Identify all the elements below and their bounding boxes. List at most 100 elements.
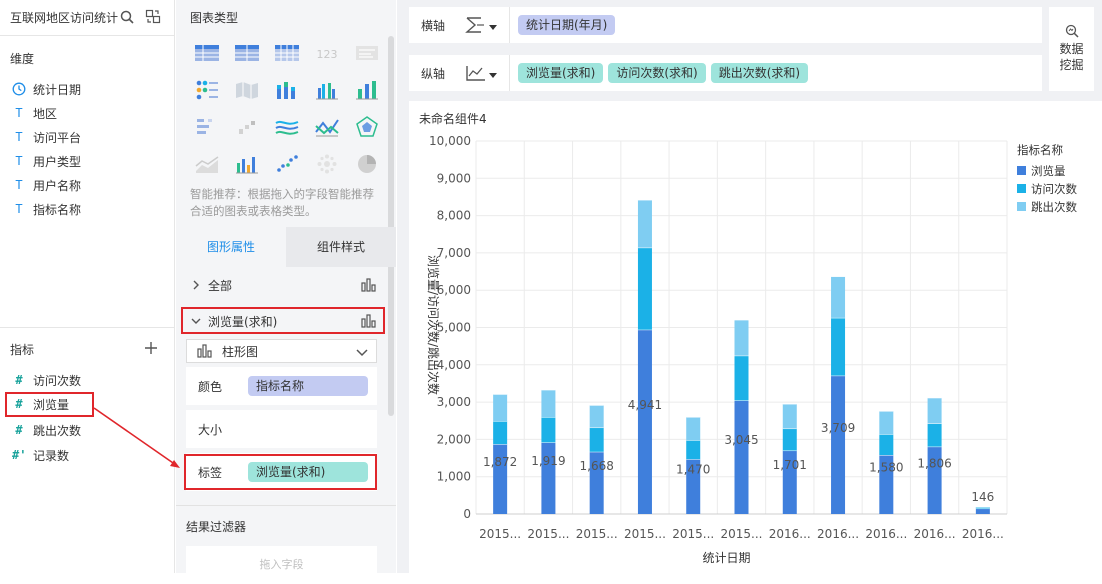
data-mining-button[interactable]: 数据 挖掘 [1049, 7, 1094, 91]
size-property[interactable]: 大小 [186, 410, 377, 448]
kpi-number-icon[interactable]: 123 [314, 42, 340, 64]
property-group-all[interactable]: 全部 [190, 276, 380, 294]
axis-settings-icon[interactable] [465, 64, 487, 82]
x-axis-shelf: 横轴 统计日期(年月) [409, 7, 1042, 43]
search-icon[interactable] [120, 10, 134, 24]
legend-swatch [1017, 166, 1026, 175]
legend-title: 指标名称 [1017, 143, 1063, 157]
chart-type-select-value: 柱形图 [222, 344, 259, 359]
color-property[interactable]: 颜色 指标名称 [186, 367, 377, 405]
switch-datasource-icon[interactable] [145, 9, 161, 24]
bar-chart-icon[interactable] [354, 79, 380, 101]
bar-segment [637, 329, 652, 514]
data-label: 1,806 [917, 456, 951, 470]
dimension-field-platform[interactable]: T 访问平台 [12, 127, 81, 147]
pie-chart-icon[interactable] [354, 153, 380, 175]
waterfall-icon[interactable] [234, 116, 260, 138]
dimension-field-date[interactable]: 统计日期 [12, 79, 81, 99]
field-label: 跳出次数 [33, 423, 82, 438]
y-tick-label: 0 [463, 507, 471, 521]
color-field-chip[interactable]: 指标名称 [248, 376, 368, 396]
caret-down-icon[interactable] [489, 25, 497, 31]
divider [176, 505, 396, 506]
sort-icon[interactable] [465, 16, 487, 34]
map-icon[interactable] [234, 79, 260, 101]
legend-label: 访问次数 [1031, 182, 1077, 196]
x-tick-label: 2015... [576, 527, 618, 541]
y-axis-field-chip[interactable]: 访问次数(求和) [608, 63, 706, 83]
detail-table-icon[interactable] [274, 42, 300, 64]
data-label: 1,470 [676, 463, 710, 477]
tab-component-style[interactable]: 组件样式 [286, 227, 396, 267]
field-label: 统计日期 [33, 82, 82, 97]
highlight-box [181, 307, 385, 334]
metric-field-bounces[interactable]: # 跳出次数 [12, 420, 81, 440]
radar-chart-icon[interactable] [354, 116, 380, 138]
bar-segment [734, 319, 749, 356]
panel-scrollbar[interactable] [388, 36, 394, 416]
clock-icon [12, 82, 26, 96]
stream-line-icon[interactable] [274, 116, 300, 138]
metric-field-visits[interactable]: # 访问次数 [12, 370, 81, 390]
y-tick-label: 2,000 [437, 432, 471, 446]
y-tick-label: 10,000 [429, 134, 471, 148]
dimension-field-region[interactable]: T 地区 [12, 103, 57, 123]
bar-segment [493, 394, 508, 422]
dot-matrix-icon[interactable] [194, 79, 220, 101]
data-label: 1,668 [580, 459, 614, 473]
bar-segment [975, 508, 990, 514]
data-label: 1,872 [483, 455, 517, 469]
bar-segment [541, 389, 556, 418]
legend-label: 浏览量 [1031, 164, 1066, 178]
chart-area: 横轴 统计日期(年月) 纵轴 浏览量(求和) 访问次数(求和) 跳出次数(求和)… [397, 0, 1102, 573]
dimension-field-user-name[interactable]: T 用户名称 [12, 175, 81, 195]
bar-segment [734, 400, 749, 514]
bar-segment [782, 428, 797, 451]
chart-type-select[interactable]: 柱形图 [186, 339, 377, 363]
y-axis-field-chip[interactable]: 浏览量(求和) [518, 63, 604, 83]
data-label: 1,919 [531, 454, 565, 468]
x-tick-label: 2016... [817, 527, 859, 541]
y-axis-field-chip[interactable]: 跳出次数(求和) [710, 63, 809, 83]
filter-drop-zone[interactable]: 拖入字段 [186, 546, 377, 576]
dimension-field-metric-name[interactable]: T 指标名称 [12, 199, 81, 219]
line-chart-icon[interactable] [314, 116, 340, 138]
bubble-chart-icon[interactable] [314, 153, 340, 175]
data-label: 146 [971, 490, 994, 504]
combo-chart-icon[interactable] [234, 153, 260, 175]
dimension-field-user-type[interactable]: T 用户类型 [12, 151, 81, 171]
tab-graph-properties[interactable]: 图形属性 [176, 227, 286, 267]
x-axis-field-chip[interactable]: 统计日期(年月) [518, 15, 616, 35]
bar-segment [637, 247, 652, 330]
field-label: 访问次数 [33, 373, 82, 388]
add-icon[interactable] [144, 341, 158, 355]
data-mining-label-1: 数据 [1059, 42, 1084, 56]
cross-table-icon[interactable] [194, 42, 220, 64]
divider [0, 327, 175, 328]
area-chart-icon[interactable] [194, 153, 220, 175]
x-tick-label: 2016... [865, 527, 907, 541]
stacked-bar-icon[interactable] [274, 79, 300, 101]
bar-segment [831, 276, 846, 318]
metric-field-record-count[interactable]: #' 记录数 [12, 445, 69, 465]
group-table-icon[interactable] [234, 42, 260, 64]
scatter-chart-icon[interactable] [274, 153, 300, 175]
grouped-bar-icon[interactable] [314, 79, 340, 101]
bar-segment [734, 355, 749, 401]
config-panel: 图表类型 123 智能推荐：根据拖入的字段智能推荐合适的图表或表格类型。 图形属… [176, 0, 396, 576]
text-type-icon: T [15, 178, 23, 192]
text-widget-icon[interactable] [354, 42, 380, 64]
horizontal-bar-icon[interactable] [194, 116, 220, 138]
property-group-label: 全部 [208, 278, 233, 293]
text-type-icon: T [15, 130, 23, 144]
caret-down-icon[interactable] [489, 73, 497, 79]
chart-widget[interactable]: 未命名组件4 0 1,000 2,000 3,000 4,000 5,000 6,000 7,… [409, 101, 1102, 573]
x-tick-label: 2015... [479, 527, 521, 541]
bar-segment [927, 423, 942, 447]
bar-segment [927, 397, 942, 424]
bar-type-icon [361, 278, 376, 292]
field-panel: 互联网地区访问统计 维度 统计日期 T 地区 T 访问平台 T 用户类型 T 用… [0, 0, 175, 573]
y-tick-label: 1,000 [437, 470, 471, 484]
bar-segment [589, 427, 604, 452]
divider [0, 35, 175, 36]
